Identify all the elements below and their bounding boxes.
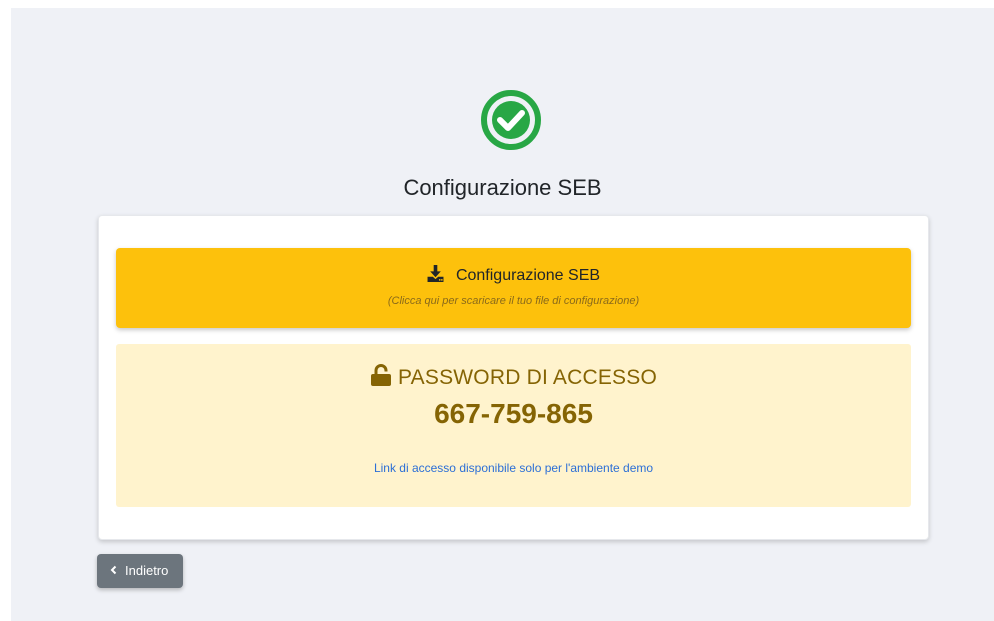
download-hint: (Clicca qui per scaricare il tuo file di… [387, 295, 640, 307]
check-circle-icon [481, 90, 541, 150]
back-button-label: Indietro [125, 563, 169, 578]
password-heading: PASSWORD DI ACCESSO [116, 364, 911, 391]
download-label: Configurazione SEB [455, 267, 601, 284]
page-background: Configurazione SEB Configurazione SEB (C… [11, 8, 994, 621]
back-button[interactable]: Indietro [97, 554, 183, 588]
demo-access-link[interactable]: Link di accesso disponibile solo per l'a… [116, 460, 911, 476]
download-config-button[interactable]: Configurazione SEB (Clicca qui per scari… [116, 248, 911, 328]
password-value: 667-759-865 [434, 398, 593, 429]
page-title: Configurazione SEB [403, 175, 602, 200]
download-row: Configurazione SEB [116, 265, 911, 286]
password-heading-label: PASSWORD DI ACCESSO [398, 366, 657, 389]
unlock-icon [371, 364, 392, 386]
main-card: Configurazione SEB (Clicca qui per scari… [98, 215, 929, 540]
chevron-left-icon [110, 565, 117, 575]
download-icon [427, 265, 444, 282]
password-panel: PASSWORD DI ACCESSO 667-759-865 Link di … [116, 344, 911, 507]
